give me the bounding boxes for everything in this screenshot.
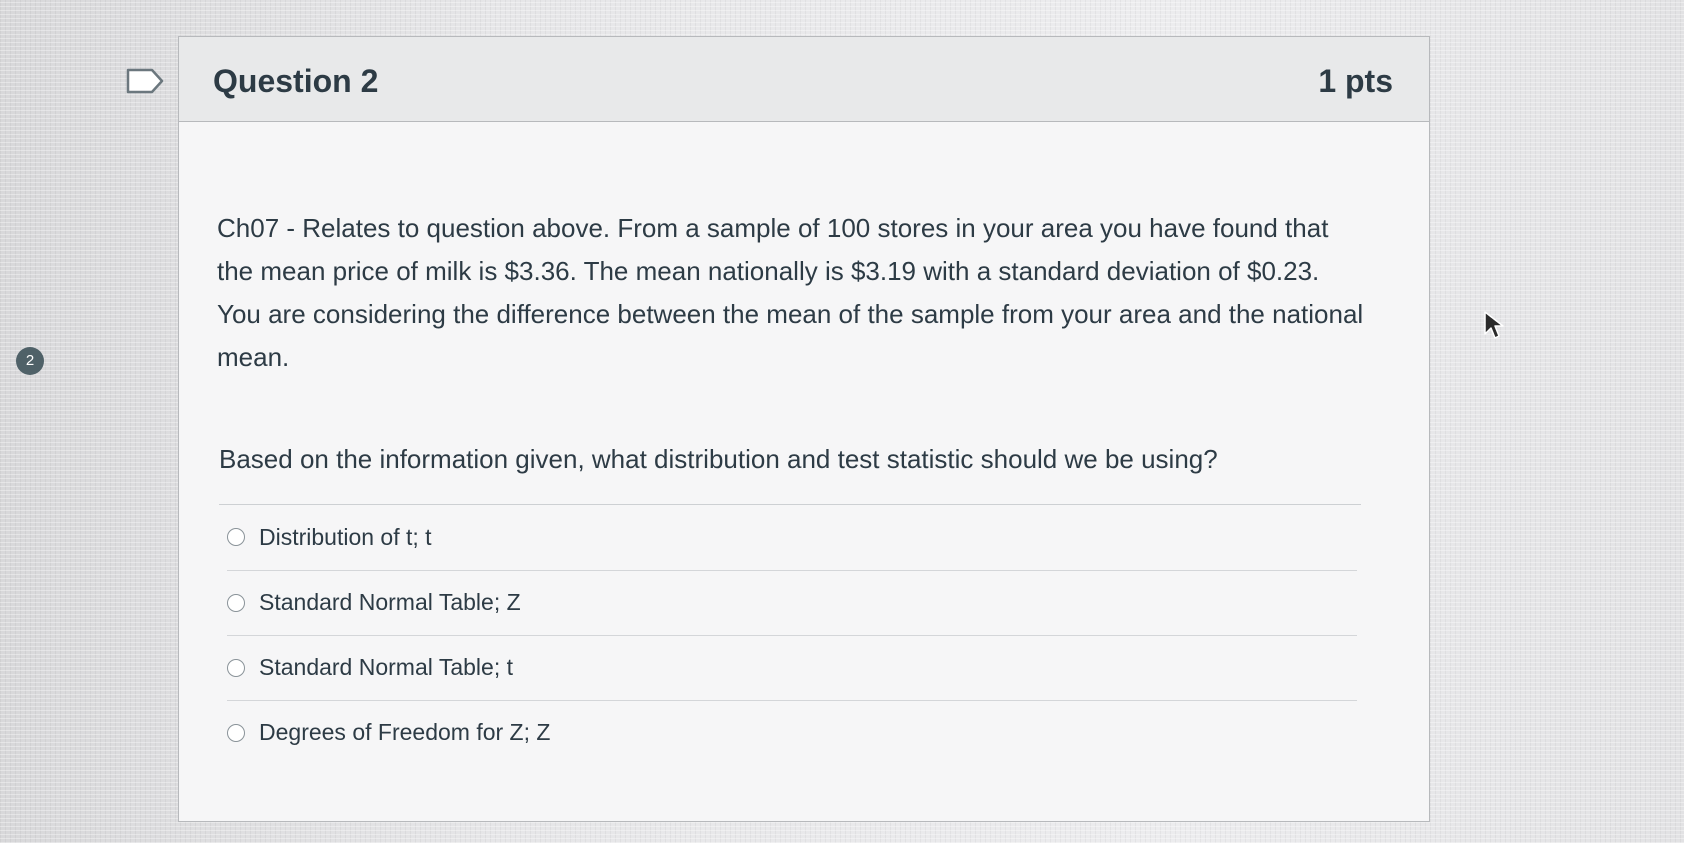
answer-option[interactable]: Distribution of t; t: [227, 505, 1357, 569]
radio-icon[interactable]: [227, 528, 245, 546]
answer-option[interactable]: Degrees of Freedom for Z; Z: [227, 700, 1357, 764]
answer-label: Standard Normal Table; t: [259, 654, 513, 680]
answer-option[interactable]: Standard Normal Table; t: [227, 635, 1357, 699]
answer-label: Distribution of t; t: [259, 523, 432, 550]
answer-option[interactable]: Standard Normal Table; Z: [227, 570, 1357, 634]
radio-icon[interactable]: [227, 723, 245, 742]
question-number-badge[interactable]: 2: [16, 347, 44, 375]
radio-icon[interactable]: [227, 658, 245, 677]
question-header: Question 2 1 pts: [179, 37, 1429, 122]
question-prompt: Based on the information given, what dis…: [219, 444, 1218, 474]
answer-label: Standard Normal Table; Z: [259, 589, 521, 615]
question-title: Question 2: [213, 63, 379, 99]
cursor-icon: [1484, 311, 1504, 339]
question-points: 1 pts: [1318, 63, 1393, 99]
flag-icon[interactable]: [126, 68, 164, 94]
answer-label: Degrees of Freedom for Z; Z: [259, 719, 551, 745]
question-card: Question 2 1 pts Ch07 - Relates to quest…: [178, 36, 1430, 822]
radio-icon[interactable]: [227, 593, 245, 612]
question-text: Ch07 - Relates to question above. From a…: [217, 213, 1364, 372]
left-gutter: 2: [0, 0, 170, 843]
